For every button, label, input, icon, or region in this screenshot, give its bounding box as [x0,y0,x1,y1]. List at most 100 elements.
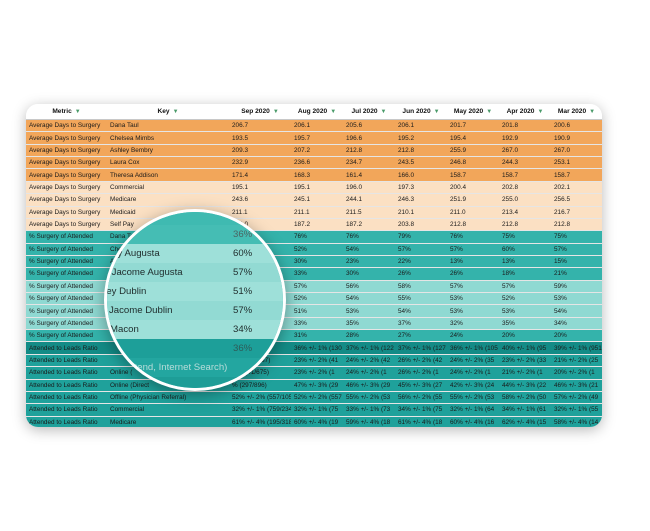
cell-jun-2020[interactable]: 206.1 [395,119,447,133]
cell-may-2020[interactable]: 201.7 [447,119,499,133]
col-header-mar-2020[interactable]: Mar 2020 ▼ [551,104,602,120]
cell-mar-2020[interactable]: 32% +/- 1% (55 [551,403,602,417]
cell-key[interactable]: Theresa Addison [107,168,229,182]
cell-apr-2020[interactable]: 13% [499,255,551,269]
cell-metric[interactable]: Average Days to Surgery [26,218,107,232]
cell-aug-2020[interactable]: 187.2 [291,218,343,232]
cell-aug-2020[interactable]: 206.1 [291,119,343,133]
cell-apr-2020[interactable]: 244.3 [499,156,551,170]
cell-apr-2020[interactable]: 201.8 [499,119,551,133]
cell-may-2020[interactable]: 55% +/- 2% (53 [447,391,499,405]
cell-apr-2020[interactable]: 158.7 [499,168,551,182]
cell-may-2020[interactable]: 251.9 [447,193,499,207]
cell-jul-2020[interactable]: 196.6 [343,131,395,145]
cell-may-2020[interactable]: 53% [447,292,499,306]
cell-aug-2020[interactable]: 23% +/- 2% (1 [291,366,343,380]
cell-mar-2020[interactable]: 57% [551,243,602,256]
cell-jun-2020[interactable]: 26% +/- 2% (1 [395,366,447,380]
cell-apr-2020[interactable]: 23% +/- 2% (33 [499,354,551,368]
cell-jun-2020[interactable]: 243.5 [395,156,447,170]
cell-jun-2020[interactable]: 166.0 [395,168,447,182]
cell-jul-2020[interactable]: 24% +/- 2% (1 [343,366,395,380]
cell-apr-2020[interactable]: 18% [499,267,551,281]
cell-jun-2020[interactable]: 58% [395,280,447,294]
cell-may-2020[interactable]: 32% +/- 1% (64 [447,403,499,417]
cell-apr-2020[interactable]: 53% [499,304,551,318]
cell-may-2020[interactable]: 24% +/- 2% (1 [447,366,499,380]
table-row[interactable]: Average Days to Surgery Chelsea Mimbs 193.… [26,131,602,145]
cell-metric[interactable]: Average Days to Surgery [26,119,107,133]
cell-aug-2020[interactable]: 207.2 [291,144,343,158]
table-row[interactable]: Average Days to Surgery Laura Cox 232.9 236… [26,156,602,170]
cell-may-2020[interactable]: 42% +/- 3% (24 [447,379,499,392]
cell-mar-2020[interactable]: 15% [551,255,602,269]
cell-mar-2020[interactable]: 212.8 [551,218,602,232]
cell-aug-2020[interactable]: 57% [291,280,343,294]
filter-icon[interactable]: ▼ [75,109,81,115]
cell-jul-2020[interactable]: 46% +/- 3% (29 [343,379,395,392]
table-row[interactable]: Average Days to Surgery Theresa Addison 17… [26,168,602,182]
cell-may-2020[interactable]: 211.0 [447,206,499,219]
cell-jul-2020[interactable]: 212.8 [343,144,395,158]
cell-mar-2020[interactable]: 21% [551,267,602,281]
cell-jun-2020[interactable]: 203.8 [395,218,447,232]
cell-aug-2020[interactable]: 33% [291,317,343,331]
cell-key[interactable]: Offline (Physician Referral) [107,391,229,405]
cell-jul-2020[interactable]: 30% [343,267,395,281]
cell-may-2020[interactable]: 24% +/- 2% (35 [447,354,499,368]
cell-sep-2020[interactable]: 193.5 [229,131,291,145]
cell-may-2020[interactable]: 36% +/- 1% (105 [447,341,499,355]
cell-mar-2020[interactable]: 158.7 [551,168,602,182]
cell-jun-2020[interactable]: 37% +/- 1% (127 [395,341,447,355]
cell-aug-2020[interactable]: 23% +/- 2% (41 [291,354,343,368]
cell-jun-2020[interactable]: 27% [395,329,447,343]
table-row[interactable]: Attended to Leads Ratio Medicare 61% +/- 4… [26,416,602,427]
cell-jun-2020[interactable]: 37% [395,317,447,331]
cell-may-2020[interactable]: 26% [447,267,499,281]
cell-apr-2020[interactable]: 255.0 [499,193,551,207]
cell-apr-2020[interactable]: 213.4 [499,206,551,219]
cell-aug-2020[interactable]: 52% [291,243,343,256]
cell-apr-2020[interactable]: 34% +/- 1% (61 [499,403,551,417]
cell-jun-2020[interactable]: 45% +/- 3% (27 [395,379,447,392]
table-row[interactable]: Average Days to Surgery Dana Taul 206.7 206… [26,119,602,133]
cell-key[interactable]: Medicare [107,193,229,207]
filter-icon[interactable]: ▼ [434,109,440,115]
cell-key[interactable]: Chelsea Mimbs [107,131,229,145]
cell-jul-2020[interactable]: 24% +/- 2% (42 [343,354,395,368]
cell-apr-2020[interactable]: 58% +/- 2% (50 [499,391,551,405]
cell-aug-2020[interactable]: 236.6 [291,156,343,170]
cell-apr-2020[interactable]: 44% +/- 3% (22 [499,379,551,392]
cell-sep-2020[interactable]: 232.9 [229,156,291,170]
cell-apr-2020[interactable]: 57% [499,280,551,294]
cell-sep-2020[interactable]: 61% +/- 4% (195/318) [229,416,291,427]
cell-metric[interactable]: % Surgery of Attended [26,317,107,331]
cell-metric[interactable]: % Surgery of Attended [26,267,107,281]
cell-aug-2020[interactable]: 245.1 [291,193,343,207]
cell-jun-2020[interactable]: 26% +/- 2% (42 [395,354,447,368]
cell-apr-2020[interactable]: 192.9 [499,131,551,145]
cell-aug-2020[interactable]: 60% +/- 4% (19 [291,416,343,427]
table-row[interactable]: Attended to Leads Ratio Commercial 32% +/-… [26,403,602,417]
cell-jul-2020[interactable]: 234.7 [343,156,395,170]
cell-aug-2020[interactable]: 31% [291,329,343,343]
col-header-may-2020[interactable]: May 2020 ▼ [447,104,499,120]
cell-jun-2020[interactable]: 212.8 [395,144,447,158]
cell-sep-2020[interactable]: 52% +/- 2% (557/1052) [229,391,291,405]
cell-sep-2020[interactable]: 195.1 [229,181,291,195]
cell-apr-2020[interactable]: 267.0 [499,144,551,158]
cell-key[interactable]: Dana Taul [107,119,229,133]
cell-key[interactable]: Laura Cox [107,156,229,170]
cell-metric[interactable]: % Surgery of Attended [26,292,107,306]
cell-key[interactable]: Commercial [107,181,229,195]
cell-aug-2020[interactable]: 168.3 [291,168,343,182]
cell-mar-2020[interactable]: 202.1 [551,181,602,195]
cell-may-2020[interactable]: 255.9 [447,144,499,158]
cell-may-2020[interactable]: 158.7 [447,168,499,182]
cell-mar-2020[interactable]: 20% +/- 2% (1 [551,366,602,380]
cell-jul-2020[interactable]: 59% +/- 4% (18 [343,416,395,427]
col-header-jul-2020[interactable]: Jul 2020 ▼ [343,104,395,120]
cell-sep-2020[interactable]: 32% +/- 1% (759/2346) [229,403,291,417]
cell-may-2020[interactable]: 32% [447,317,499,331]
cell-may-2020[interactable]: 76% [447,230,499,244]
